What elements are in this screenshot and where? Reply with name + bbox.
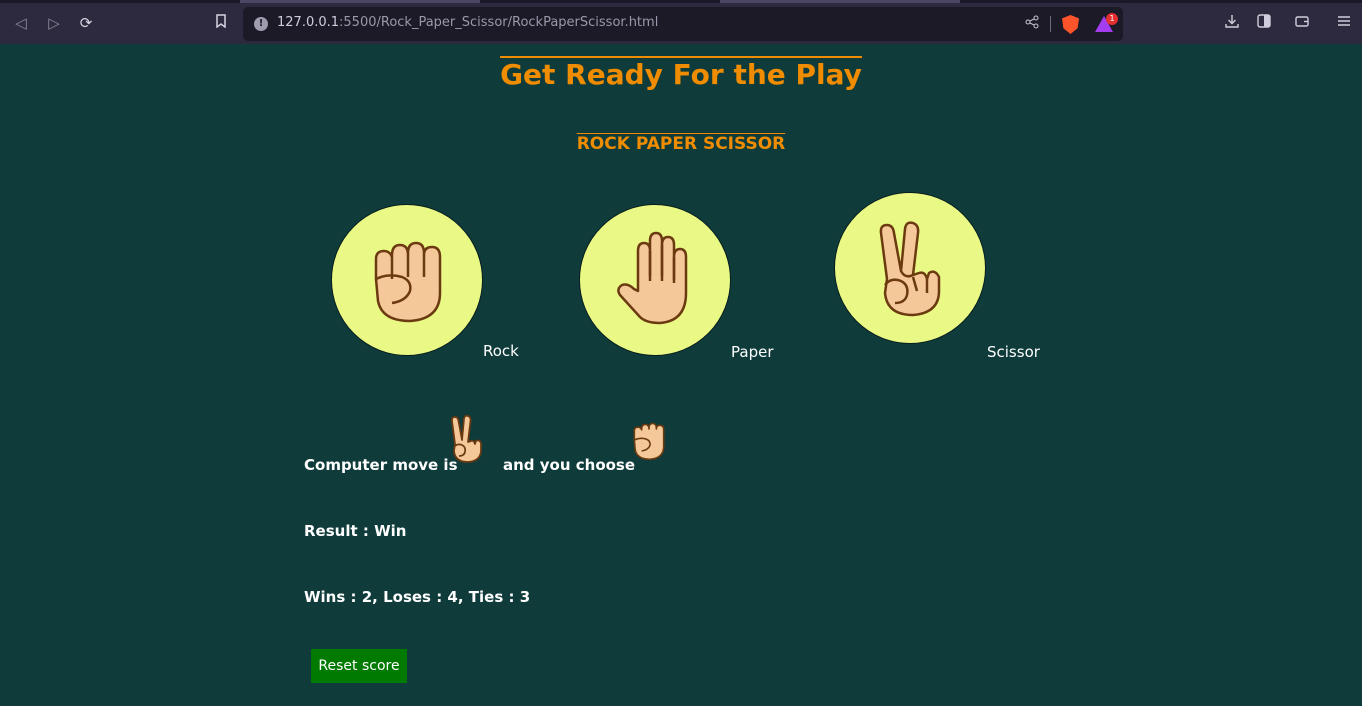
brave-shields-icon[interactable] bbox=[1062, 15, 1079, 34]
forward-icon[interactable]: ▷ bbox=[43, 12, 65, 34]
notification-badge: 1 bbox=[1106, 13, 1118, 25]
browser-toolbar: ◁ ▷ ⟳ ! 127.0.0.1:5500/Rock_Paper_Scisso… bbox=[0, 0, 1362, 44]
computer-move-label: Computer move is bbox=[304, 456, 458, 474]
game-page: Get Ready For the Play ROCK PAPER SCISSO… bbox=[0, 44, 1362, 706]
victory-hand-icon bbox=[879, 221, 941, 317]
victory-hand-icon bbox=[451, 414, 482, 463]
download-icon[interactable] bbox=[1222, 14, 1242, 34]
reset-score-button[interactable]: Reset score bbox=[311, 649, 407, 683]
share-icon[interactable] bbox=[1023, 15, 1041, 33]
paper-choice-button[interactable] bbox=[579, 204, 731, 356]
bookmark-icon[interactable] bbox=[210, 12, 232, 34]
sidebar-icon[interactable] bbox=[1254, 14, 1274, 34]
result-text: Result : Win bbox=[304, 522, 407, 540]
page-title: Get Ready For the Play bbox=[500, 58, 862, 91]
scissor-choice-button[interactable] bbox=[834, 192, 986, 344]
address-bar[interactable]: ! 127.0.0.1:5500/Rock_Paper_Scissor/Rock… bbox=[243, 7, 1123, 41]
fist-icon bbox=[633, 422, 665, 461]
reload-icon[interactable]: ⟳ bbox=[75, 12, 97, 34]
divider bbox=[1050, 16, 1051, 32]
back-icon[interactable]: ◁ bbox=[10, 12, 32, 34]
fist-icon bbox=[374, 241, 442, 323]
wallet-icon[interactable] bbox=[1292, 14, 1312, 34]
menu-icon[interactable] bbox=[1334, 14, 1354, 34]
tab-indicator bbox=[720, 0, 960, 3]
url-text[interactable]: 127.0.0.1:5500/Rock_Paper_Scissor/RockPa… bbox=[277, 15, 658, 30]
game-subtitle: ROCK PAPER SCISSOR bbox=[576, 134, 786, 154]
site-info-icon[interactable]: ! bbox=[254, 17, 268, 31]
scissor-label: Scissor bbox=[987, 343, 1040, 361]
tab-indicator bbox=[240, 0, 480, 3]
open-hand-icon bbox=[617, 231, 688, 325]
you-choose-label: and you choose bbox=[503, 456, 636, 474]
rock-label: Rock bbox=[483, 342, 519, 360]
paper-label: Paper bbox=[731, 343, 774, 361]
rock-choice-button[interactable] bbox=[331, 204, 483, 356]
score-text: Wins : 2, Loses : 4, Ties : 3 bbox=[304, 588, 531, 606]
